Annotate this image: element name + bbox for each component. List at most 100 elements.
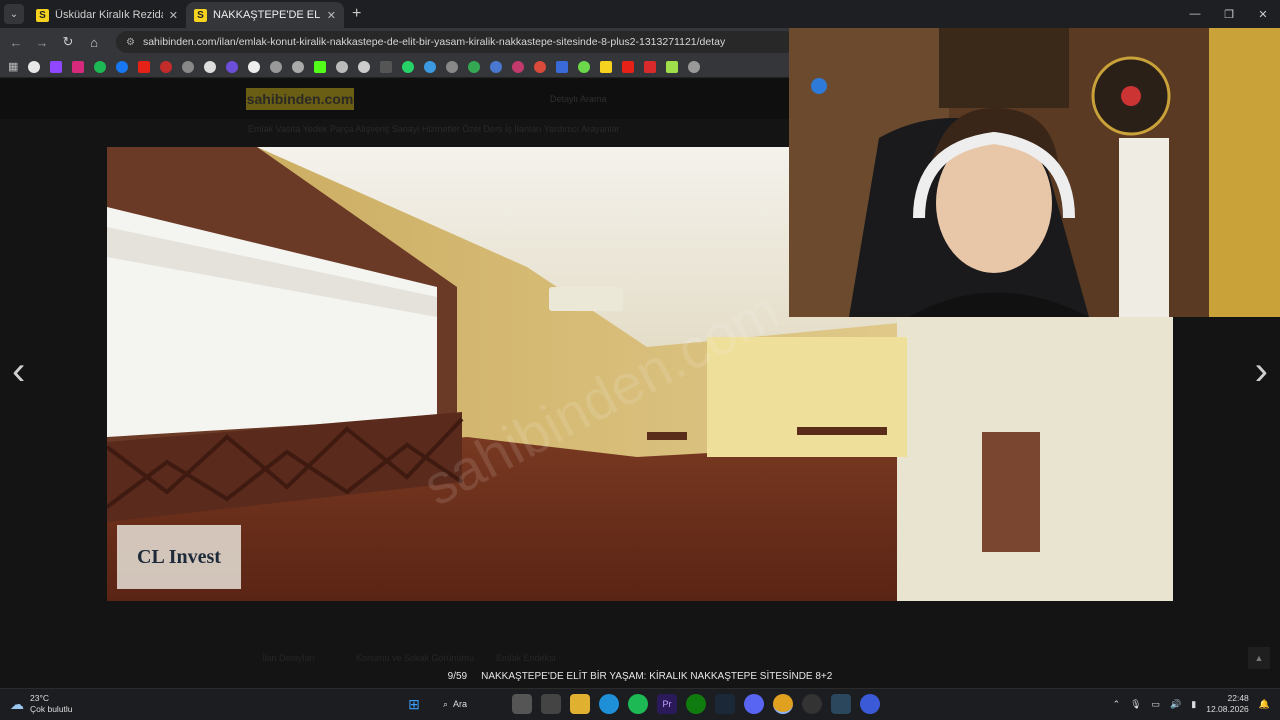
bookmark-icon[interactable] [270, 60, 283, 73]
whatsapp-icon[interactable] [402, 60, 415, 73]
minimize-icon[interactable]: — [1178, 0, 1212, 28]
app-icon[interactable] [860, 694, 880, 714]
clock[interactable]: 22:48 12.08.2026 [1206, 693, 1249, 715]
favicon: S [36, 8, 49, 22]
photo-caption: NAKKAŞTEPE'DE ELİT BİR YAŞAM: KİRALIK NA… [481, 670, 833, 682]
bookmark-icon[interactable] [380, 60, 393, 73]
steam-icon[interactable] [831, 694, 851, 714]
back-icon[interactable]: ← [8, 35, 24, 50]
start-icon[interactable]: ⊞ [404, 694, 424, 714]
search-icon: ⌕ [443, 698, 449, 709]
volume-icon[interactable]: 🔊 [1170, 699, 1181, 710]
reload-icon[interactable]: ↻ [60, 34, 76, 50]
task-view-icon[interactable] [512, 694, 532, 714]
photo-counter: 9/59 [447, 670, 468, 682]
detail-tab[interactable]: İlan Detayları [262, 653, 315, 663]
notification-icon[interactable]: 🔔 [1259, 699, 1270, 710]
bookmark-icon[interactable] [512, 60, 525, 73]
tab-title: NAKKAŞTEPE'DE ELİT BİR YAŞAM [213, 9, 321, 21]
cloud-icon: ☁ [10, 695, 24, 712]
twitch-icon[interactable] [50, 60, 63, 73]
taskbar-search[interactable]: ⌕ Ara [433, 693, 503, 715]
apps-icon[interactable]: ▦ [8, 60, 18, 73]
restore-icon[interactable]: ❐ [1212, 0, 1246, 28]
discord-icon[interactable] [744, 694, 764, 714]
steam-icon[interactable] [715, 694, 735, 714]
category-nav[interactable]: Emlak Vasıta Yedek Parça Alışveriş Sanay… [248, 124, 620, 134]
edge-icon[interactable] [599, 694, 619, 714]
chevron-left-icon[interactable]: ‹ [12, 349, 25, 394]
bookmark-icon[interactable] [644, 60, 657, 73]
bookmark-icon[interactable] [688, 60, 701, 73]
forward-icon[interactable]: → [34, 35, 50, 50]
bookmark-icon[interactable] [534, 60, 547, 73]
close-icon[interactable]: ✕ [169, 9, 178, 22]
chrome-icon[interactable] [773, 694, 793, 714]
spotify-icon[interactable] [94, 60, 107, 73]
bookmark-icon[interactable] [424, 60, 437, 73]
google-icon[interactable] [28, 60, 41, 73]
xbox-icon[interactable] [686, 694, 706, 714]
store-icon[interactable] [541, 694, 561, 714]
bookmark-icon[interactable] [578, 60, 591, 73]
microphone-icon[interactable]: 🎙 [1130, 699, 1141, 710]
weather-widget[interactable]: ☁ 23°C Çok bulutlu [10, 693, 73, 715]
bookmark-icon[interactable] [490, 60, 503, 73]
tab-title: Üsküdar Kiralık Rezidans, Villa, [55, 9, 163, 21]
weather-temp: 23°C [30, 693, 49, 703]
chevron-right-icon[interactable]: › [1255, 349, 1268, 394]
scroll-top-button[interactable]: ▲ [1248, 647, 1270, 669]
spotify-icon[interactable] [628, 694, 648, 714]
bookmark-icon[interactable] [446, 60, 459, 73]
kick-icon[interactable] [314, 60, 327, 73]
taskbar: ☁ 23°C Çok bulutlu ⊞ ⌕ Ara Pr ⌃ 🎙 ▭ 🔊 ▮ … [0, 688, 1280, 720]
tab-1[interactable]: S Üsküdar Kiralık Rezidans, Villa, ✕ [28, 2, 186, 28]
network-icon[interactable]: ▭ [1152, 699, 1161, 710]
index-tab[interactable]: Emlak Endeksi [496, 653, 556, 663]
taskbar-apps: ⊞ ⌕ Ara Pr [404, 693, 880, 715]
x-icon[interactable] [204, 60, 217, 73]
youtube-icon[interactable] [138, 60, 151, 73]
bookmark-icon[interactable] [292, 60, 305, 73]
bookmark-icon[interactable] [556, 60, 569, 73]
bookmark-icon[interactable] [160, 60, 173, 73]
new-tab-button[interactable]: + [352, 5, 361, 23]
tiktok-icon[interactable] [248, 60, 261, 73]
detailed-search-link[interactable]: Detaylı Arama [550, 90, 607, 108]
home-icon[interactable]: ⌂ [86, 35, 102, 50]
file-explorer-icon[interactable] [570, 694, 590, 714]
maps-icon[interactable] [468, 60, 481, 73]
premiere-icon[interactable]: Pr [657, 694, 677, 714]
tab-search-button[interactable]: ⌄ [4, 4, 24, 24]
app-icon[interactable] [802, 694, 822, 714]
search-label: Ara [453, 699, 468, 709]
address-bar[interactable]: ⚙ sahibinden.com/ilan/emlak-konut-kirali… [116, 31, 796, 53]
clock-date: 12.08.2026 [1206, 704, 1249, 714]
bookmark-icon[interactable] [182, 60, 195, 73]
brand-logo-text: CL Invest [137, 545, 221, 568]
bookmark-icon[interactable] [666, 60, 679, 73]
close-window-icon[interactable]: ✕ [1246, 0, 1280, 28]
battery-icon[interactable]: ▮ [1191, 699, 1196, 710]
location-tab[interactable]: Konumu ve Sokak Görünümü [356, 653, 474, 663]
facebook-icon[interactable] [116, 60, 129, 73]
site-logo[interactable]: sahibinden.com [246, 88, 354, 110]
bookmark-icon[interactable] [358, 60, 371, 73]
youtube-icon[interactable] [622, 60, 635, 73]
clock-time: 22:48 [1227, 693, 1249, 703]
system-tray: ⌃ 🎙 ▭ 🔊 ▮ 22:48 12.08.2026 🔔 [1113, 693, 1270, 715]
tab-2[interactable]: S NAKKAŞTEPE'DE ELİT BİR YAŞAM ✕ [186, 2, 344, 28]
site-info-icon[interactable]: ⚙ [126, 37, 135, 48]
weather-desc: Çok bulutlu [30, 704, 73, 714]
bookmark-icon[interactable] [226, 60, 239, 73]
favicon: S [194, 8, 207, 22]
sahibinden-icon[interactable] [600, 60, 613, 73]
url-text: sahibinden.com/ilan/emlak-konut-kiralik-… [142, 36, 726, 48]
site-search-input[interactable] [362, 90, 542, 108]
bookmark-icon[interactable] [336, 60, 349, 73]
close-icon[interactable]: ✕ [327, 9, 336, 22]
webcam-image [789, 28, 1280, 317]
chevron-up-icon[interactable]: ⌃ [1113, 699, 1121, 710]
instagram-icon[interactable] [72, 60, 85, 73]
webcam-overlay [789, 28, 1280, 317]
